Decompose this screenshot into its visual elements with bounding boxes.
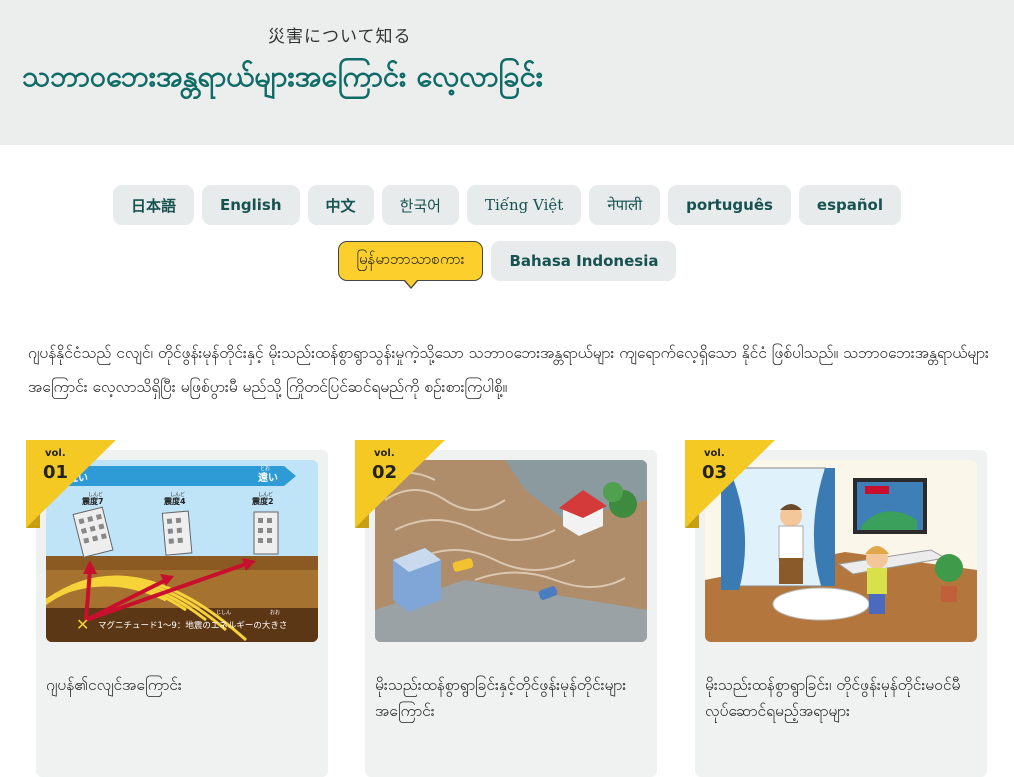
lang-button-indonesian[interactable]: Bahasa Indonesia [491,241,677,281]
language-selector-row-2: မြန်မာဘာသာစကား Bahasa Indonesia [0,241,1014,289]
lang-button-japanese[interactable]: 日本語 [112,185,194,225]
page-title: သဘာဝဘေးအန္တရာယ်များအကြောင်း လေ့လာခြင်း [22,59,544,93]
lang-button-english[interactable]: English [201,185,300,225]
far-ruby: とお [260,465,270,472]
jishin-ruby: じしん [216,610,231,616]
language-selector-row-1: 日本語 English 中文 한국어 Tiếng Việt नेपाली por… [0,185,1014,225]
lang-button-portuguese[interactable]: português [668,185,791,225]
flood-image [375,460,647,642]
oo-ruby: おお [270,609,280,616]
lang-button-burmese[interactable]: မြန်မာဘာသာစကား [337,241,484,289]
flood-illustration [375,460,647,642]
page-header: 災害について知る သဘာဝဘေးအန္တရာယ်များအကြောင်း လေ့… [0,0,1014,145]
article-card-vol-01[interactable]: 近い ちか 遠い とお しんど 震度7 しんど 震度4 しんど 震度2 ✕ じし… [36,450,328,777]
lang-button-korean[interactable]: 한국어 [381,185,459,225]
near-ruby: ちか [72,465,82,472]
article-card-vol-03[interactable]: မိုးသည်းထန်စွာရွာခြင်း၊ တိုင်ဖွန်းမုန်တိ… [695,450,987,777]
magnitude-caption: マグニチュード1〜9：地震のエネルギーの大きさ [98,620,287,631]
card-caption[interactable]: မိုးသည်းထန်စွာရွာခြင်း၊ တိုင်ဖွန်းမုန်တိ… [705,672,975,724]
earthquake-image: 近い ちか 遠い とお しんど 震度7 しんど 震度4 しんど 震度2 ✕ じし… [46,460,318,642]
far-label: 遠い [258,471,278,484]
seismic-4-label: 震度4 [163,496,186,506]
card-caption[interactable]: ဂျပန်၏ငလျင်အကြောင်း [46,672,316,698]
preparation-image [705,460,977,642]
svg-text:✕: ✕ [76,615,89,634]
earthquake-illustration: 近い ちか 遠い とお しんど 震度7 しんど 震度4 しんど 震度2 ✕ じし… [46,460,318,642]
lang-button-spanish[interactable]: español [798,185,902,225]
near-label: 近い [68,471,88,484]
preparation-illustration [705,460,977,642]
intro-text: ဂျပန်နိုင်ငံသည် ငလျင်၊ တိုင်ဖွန်းမုန်တို… [28,344,989,396]
seismic-7-label: 震度7 [81,496,104,506]
lang-button-chinese[interactable]: 中文 [307,185,374,225]
article-card-vol-02[interactable]: မိုးသည်းထန်စွာရွာခြင်းနှင့်တိုင်ဖွန်းမုန… [365,450,657,777]
lang-button-vietnamese[interactable]: Tiếng Việt [466,185,582,225]
header-kicker: 災害について知る [268,27,412,47]
card-caption[interactable]: မိုးသည်းထန်စွာရွာခြင်းနှင့်တိုင်ဖွန်းမုန… [375,672,645,724]
seismic-2-label: 震度2 [251,496,274,506]
lang-button-nepali[interactable]: नेपाली [589,185,661,225]
